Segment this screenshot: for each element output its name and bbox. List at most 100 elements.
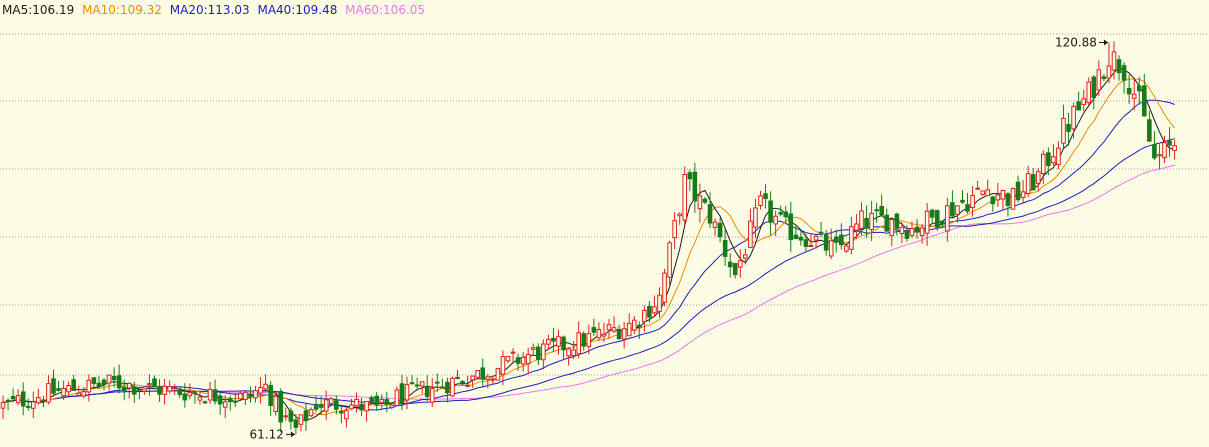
candle xyxy=(985,179,991,197)
candle xyxy=(450,376,455,397)
candle-body xyxy=(758,195,763,206)
candle-body xyxy=(738,260,743,268)
candle xyxy=(1121,62,1127,94)
candle xyxy=(374,391,379,411)
candle-body xyxy=(177,388,183,395)
candle xyxy=(364,400,369,422)
candle-body xyxy=(919,227,925,237)
candle-body xyxy=(813,235,819,241)
candle xyxy=(1056,141,1061,170)
ma-line-ma5 xyxy=(2,67,1175,421)
candle-body xyxy=(748,220,753,249)
candle xyxy=(702,196,708,205)
candle-body xyxy=(429,387,435,403)
candle xyxy=(389,404,395,410)
candle-body xyxy=(167,386,172,392)
candle xyxy=(440,378,445,389)
candle-body xyxy=(450,377,455,397)
candle-body xyxy=(743,254,748,259)
candle xyxy=(36,388,41,405)
candle-body xyxy=(303,410,309,422)
candle xyxy=(152,375,157,388)
ma-line-ma10 xyxy=(2,78,1175,416)
candle-body xyxy=(217,395,223,405)
candle-body xyxy=(369,397,374,403)
candle-body xyxy=(536,346,541,361)
candle-body xyxy=(965,204,970,212)
candle xyxy=(81,386,87,399)
candle-body xyxy=(238,392,243,400)
candle xyxy=(738,249,743,278)
candle xyxy=(212,379,218,405)
candle xyxy=(278,388,284,433)
candle-body xyxy=(975,187,980,190)
candle-body xyxy=(328,398,334,404)
price-plot: 120.88 61.12 xyxy=(0,33,1209,441)
candle-body xyxy=(207,388,213,401)
candle-body xyxy=(682,174,688,221)
candle xyxy=(121,379,127,401)
candle xyxy=(682,166,688,226)
candle-body xyxy=(980,190,986,195)
candle-body xyxy=(798,236,804,241)
candle-body xyxy=(707,204,713,224)
candle xyxy=(965,193,970,214)
candle xyxy=(323,390,329,421)
candle xyxy=(530,343,536,355)
candlestick-chart[interactable]: MA5:106.19 MA10:109.32 MA20:113.03 MA40:… xyxy=(0,0,1209,447)
candle xyxy=(167,380,172,394)
candle-body xyxy=(1106,65,1112,79)
candle xyxy=(839,223,844,250)
candle xyxy=(1071,102,1076,139)
candle-body xyxy=(192,392,198,395)
candle xyxy=(717,217,723,243)
candle-body xyxy=(621,328,627,340)
candle-body xyxy=(111,375,117,381)
candle-body xyxy=(839,234,844,246)
candle-body xyxy=(101,379,107,385)
candle-body xyxy=(1131,93,1137,99)
candle xyxy=(1101,74,1107,82)
candle-body xyxy=(409,382,415,385)
candle-body xyxy=(611,327,617,332)
candle xyxy=(980,190,986,196)
candle xyxy=(763,184,768,209)
candle xyxy=(126,382,132,399)
candle-body xyxy=(1152,144,1157,159)
candle-body xyxy=(31,401,36,409)
candle xyxy=(71,374,77,391)
candle xyxy=(157,379,162,402)
candle-body xyxy=(293,419,299,428)
candle-body xyxy=(1096,69,1102,91)
candle-body xyxy=(909,228,915,236)
candle-body xyxy=(172,386,177,389)
candle xyxy=(768,191,773,236)
candle-body xyxy=(753,207,758,228)
candle-body xyxy=(879,206,885,216)
candle-body xyxy=(182,393,188,401)
candle-body xyxy=(243,391,248,400)
candle xyxy=(561,335,566,360)
candle-body xyxy=(601,333,607,337)
candle xyxy=(758,191,763,210)
candle xyxy=(222,395,228,418)
candle xyxy=(435,373,440,392)
candle-body xyxy=(278,390,284,423)
candle xyxy=(354,392,359,413)
candle xyxy=(576,321,582,359)
candle-body xyxy=(490,378,496,381)
candle-body xyxy=(687,172,693,180)
candle-body xyxy=(495,368,501,381)
candle xyxy=(950,190,955,218)
candle-body xyxy=(793,234,799,240)
candle-body xyxy=(854,223,859,231)
candle xyxy=(283,407,289,421)
candle xyxy=(748,208,753,249)
candle-body xyxy=(0,402,6,409)
candle-body xyxy=(667,242,672,278)
candle xyxy=(308,407,314,418)
candle xyxy=(243,390,248,405)
candle-body xyxy=(1025,173,1031,195)
candle xyxy=(662,269,667,307)
candle-body xyxy=(530,347,536,350)
